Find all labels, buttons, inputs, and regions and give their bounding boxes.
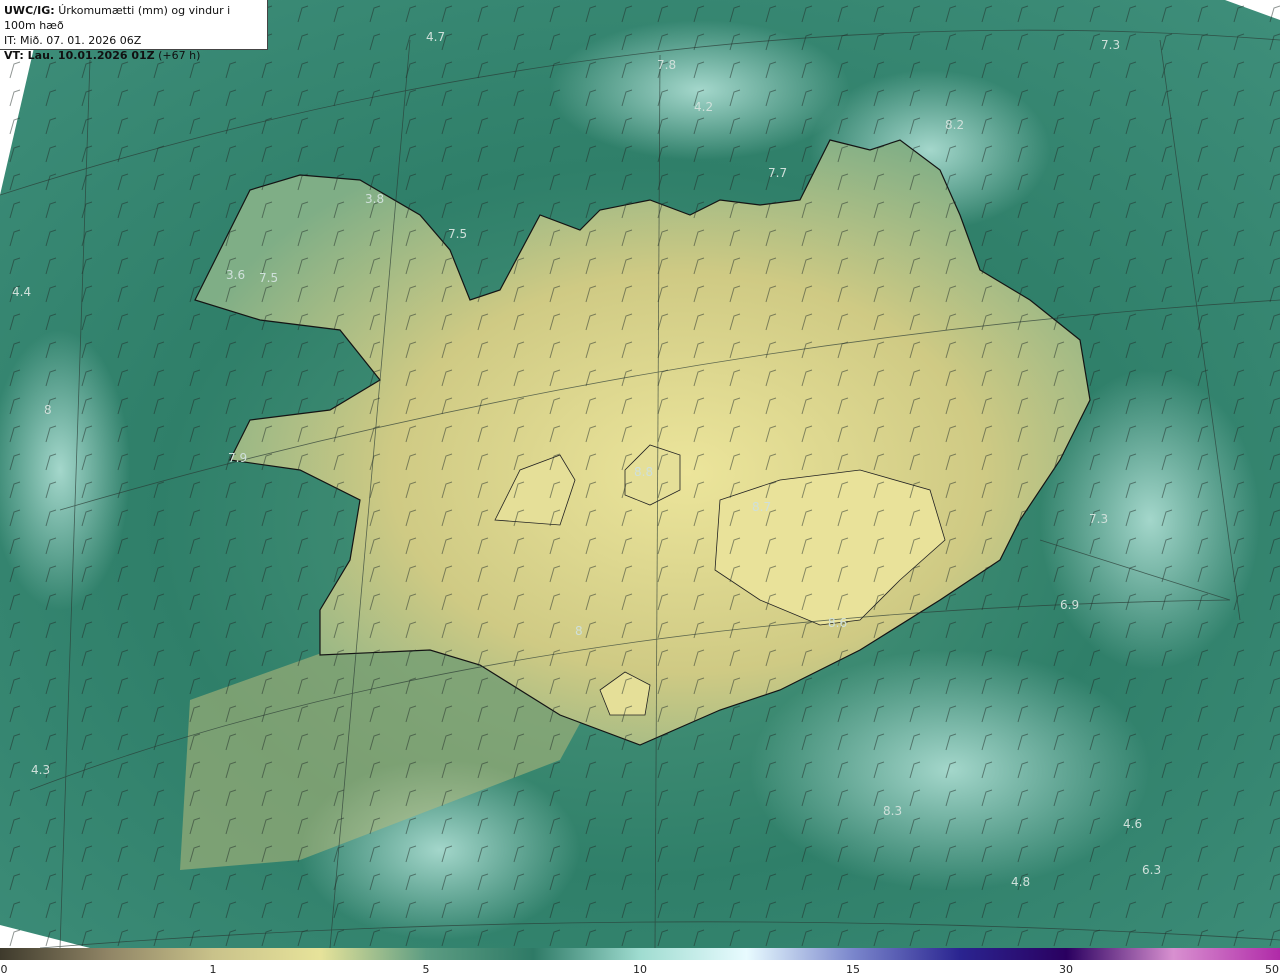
colorbar-tick-label: 5 <box>422 963 430 976</box>
map-value-label: 3.8 <box>365 192 385 206</box>
valid-time-line: VT: Lau. 10.01.2026 01Z (+67 h) <box>4 49 201 62</box>
colorbar-tick-label: 0 <box>0 963 8 976</box>
map-value-label: 7.7 <box>768 166 788 180</box>
map-value-label: 7.9 <box>228 451 248 465</box>
map-value-label: 4.2 <box>694 100 714 114</box>
title-line: UWC/IG: Úrkomumætti (mm) og vindur i 100… <box>4 4 231 32</box>
map-value-label: 6.9 <box>1060 598 1080 612</box>
map-value-label: 4.8 <box>1011 875 1031 889</box>
map-value-label: 3.6 <box>226 268 246 282</box>
map-value-label: 4.4 <box>12 285 32 299</box>
colorbar-tick-label: 15 <box>846 963 860 976</box>
colorbar <box>0 948 1280 960</box>
map-value-label: 7.3 <box>1101 38 1121 52</box>
map-value-label: 7.5 <box>259 271 279 285</box>
colorbar-tick-label: 30 <box>1059 963 1073 976</box>
colorbar-tick-label: 50 <box>1265 963 1279 976</box>
map-value-label: 8.6 <box>828 616 848 630</box>
map-value-label: 4.7 <box>426 30 446 44</box>
map-value-label: 6.3 <box>1142 863 1162 877</box>
info-box: UWC/IG: Úrkomumætti (mm) og vindur i 100… <box>0 0 268 62</box>
map-value-label: 7.3 <box>1089 512 1109 526</box>
map-value-label: 7.5 <box>448 227 468 241</box>
colorbar-tick-label: 1 <box>209 963 217 976</box>
map-value-label: 8.3 <box>883 804 903 818</box>
init-time: IT: Mið. 07. 01. 2026 06Z <box>4 34 142 47</box>
map-value-label: 8 <box>44 403 52 417</box>
map-value-label: 8.7 <box>752 500 772 514</box>
map-value-label: 4.6 <box>1123 817 1143 831</box>
colorbar-tick-label: 10 <box>633 963 647 976</box>
map-value-label: 8.2 <box>945 118 965 132</box>
map-value-label: 4.3 <box>31 763 51 777</box>
map-value-label: 8.8 <box>634 465 654 479</box>
map-value-label: 7.8 <box>657 58 677 72</box>
map-value-label: 8 <box>575 624 583 638</box>
